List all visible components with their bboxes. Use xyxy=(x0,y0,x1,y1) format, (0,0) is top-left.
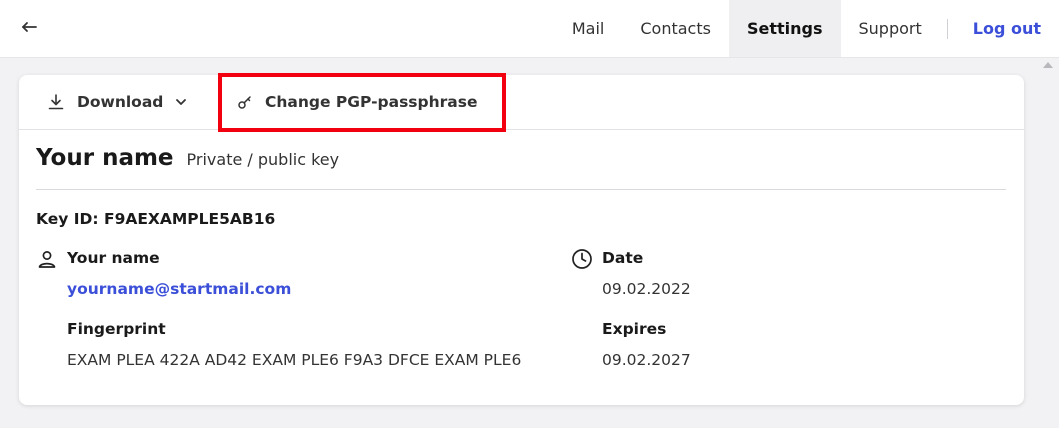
nav-contacts[interactable]: Contacts xyxy=(622,0,729,57)
expires-value: 09.02.2027 xyxy=(602,351,691,369)
nav-mail[interactable]: Mail xyxy=(554,0,623,57)
back-arrow-icon[interactable] xyxy=(18,15,42,39)
clock-icon xyxy=(571,248,593,270)
change-pgp-passphrase-label: Change PGP-passphrase xyxy=(265,93,478,111)
user-icon xyxy=(36,248,58,270)
key-icon xyxy=(238,96,251,109)
fingerprint-value: EXAM PLEA 422A AD42 EXAM PLE6 F9A3 DFCE … xyxy=(67,351,522,369)
key-type-label: Private / public key xyxy=(186,150,340,169)
nav-support[interactable]: Support xyxy=(841,0,940,57)
date-value: 09.02.2022 xyxy=(602,280,691,298)
key-id: Key ID: F9AEXAMPLE5AB16 xyxy=(36,210,276,228)
download-icon xyxy=(48,94,64,110)
scroll-up-arrow-icon[interactable] xyxy=(1043,62,1053,68)
key-toolbar: Download Change PGP-passphrase xyxy=(19,73,1024,132)
key-heading: Your name Private / public key xyxy=(36,145,339,171)
main-nav: Mail Contacts Settings Support Log out xyxy=(554,0,1059,57)
top-navigation-bar: Mail Contacts Settings Support Log out xyxy=(0,0,1059,58)
key-owner-title: Your name xyxy=(36,145,174,171)
divider xyxy=(36,189,1006,190)
nav-divider xyxy=(946,18,948,39)
chevron-down-icon xyxy=(176,99,187,105)
pgp-key-card: Download Change PGP-passphrase Your name… xyxy=(19,73,1024,405)
expires-label: Expires xyxy=(602,320,667,338)
download-button[interactable]: Download xyxy=(47,75,187,129)
email-link[interactable]: yourname@startmail.com xyxy=(67,280,291,298)
nav-settings[interactable]: Settings xyxy=(728,0,841,57)
logout-link[interactable]: Log out xyxy=(955,0,1059,57)
fingerprint-label: Fingerprint xyxy=(67,320,166,338)
user-label: Your name xyxy=(67,249,160,267)
change-pgp-passphrase-button[interactable]: Change PGP-passphrase xyxy=(237,75,478,129)
download-label: Download xyxy=(77,93,164,111)
date-label: Date xyxy=(602,249,644,267)
